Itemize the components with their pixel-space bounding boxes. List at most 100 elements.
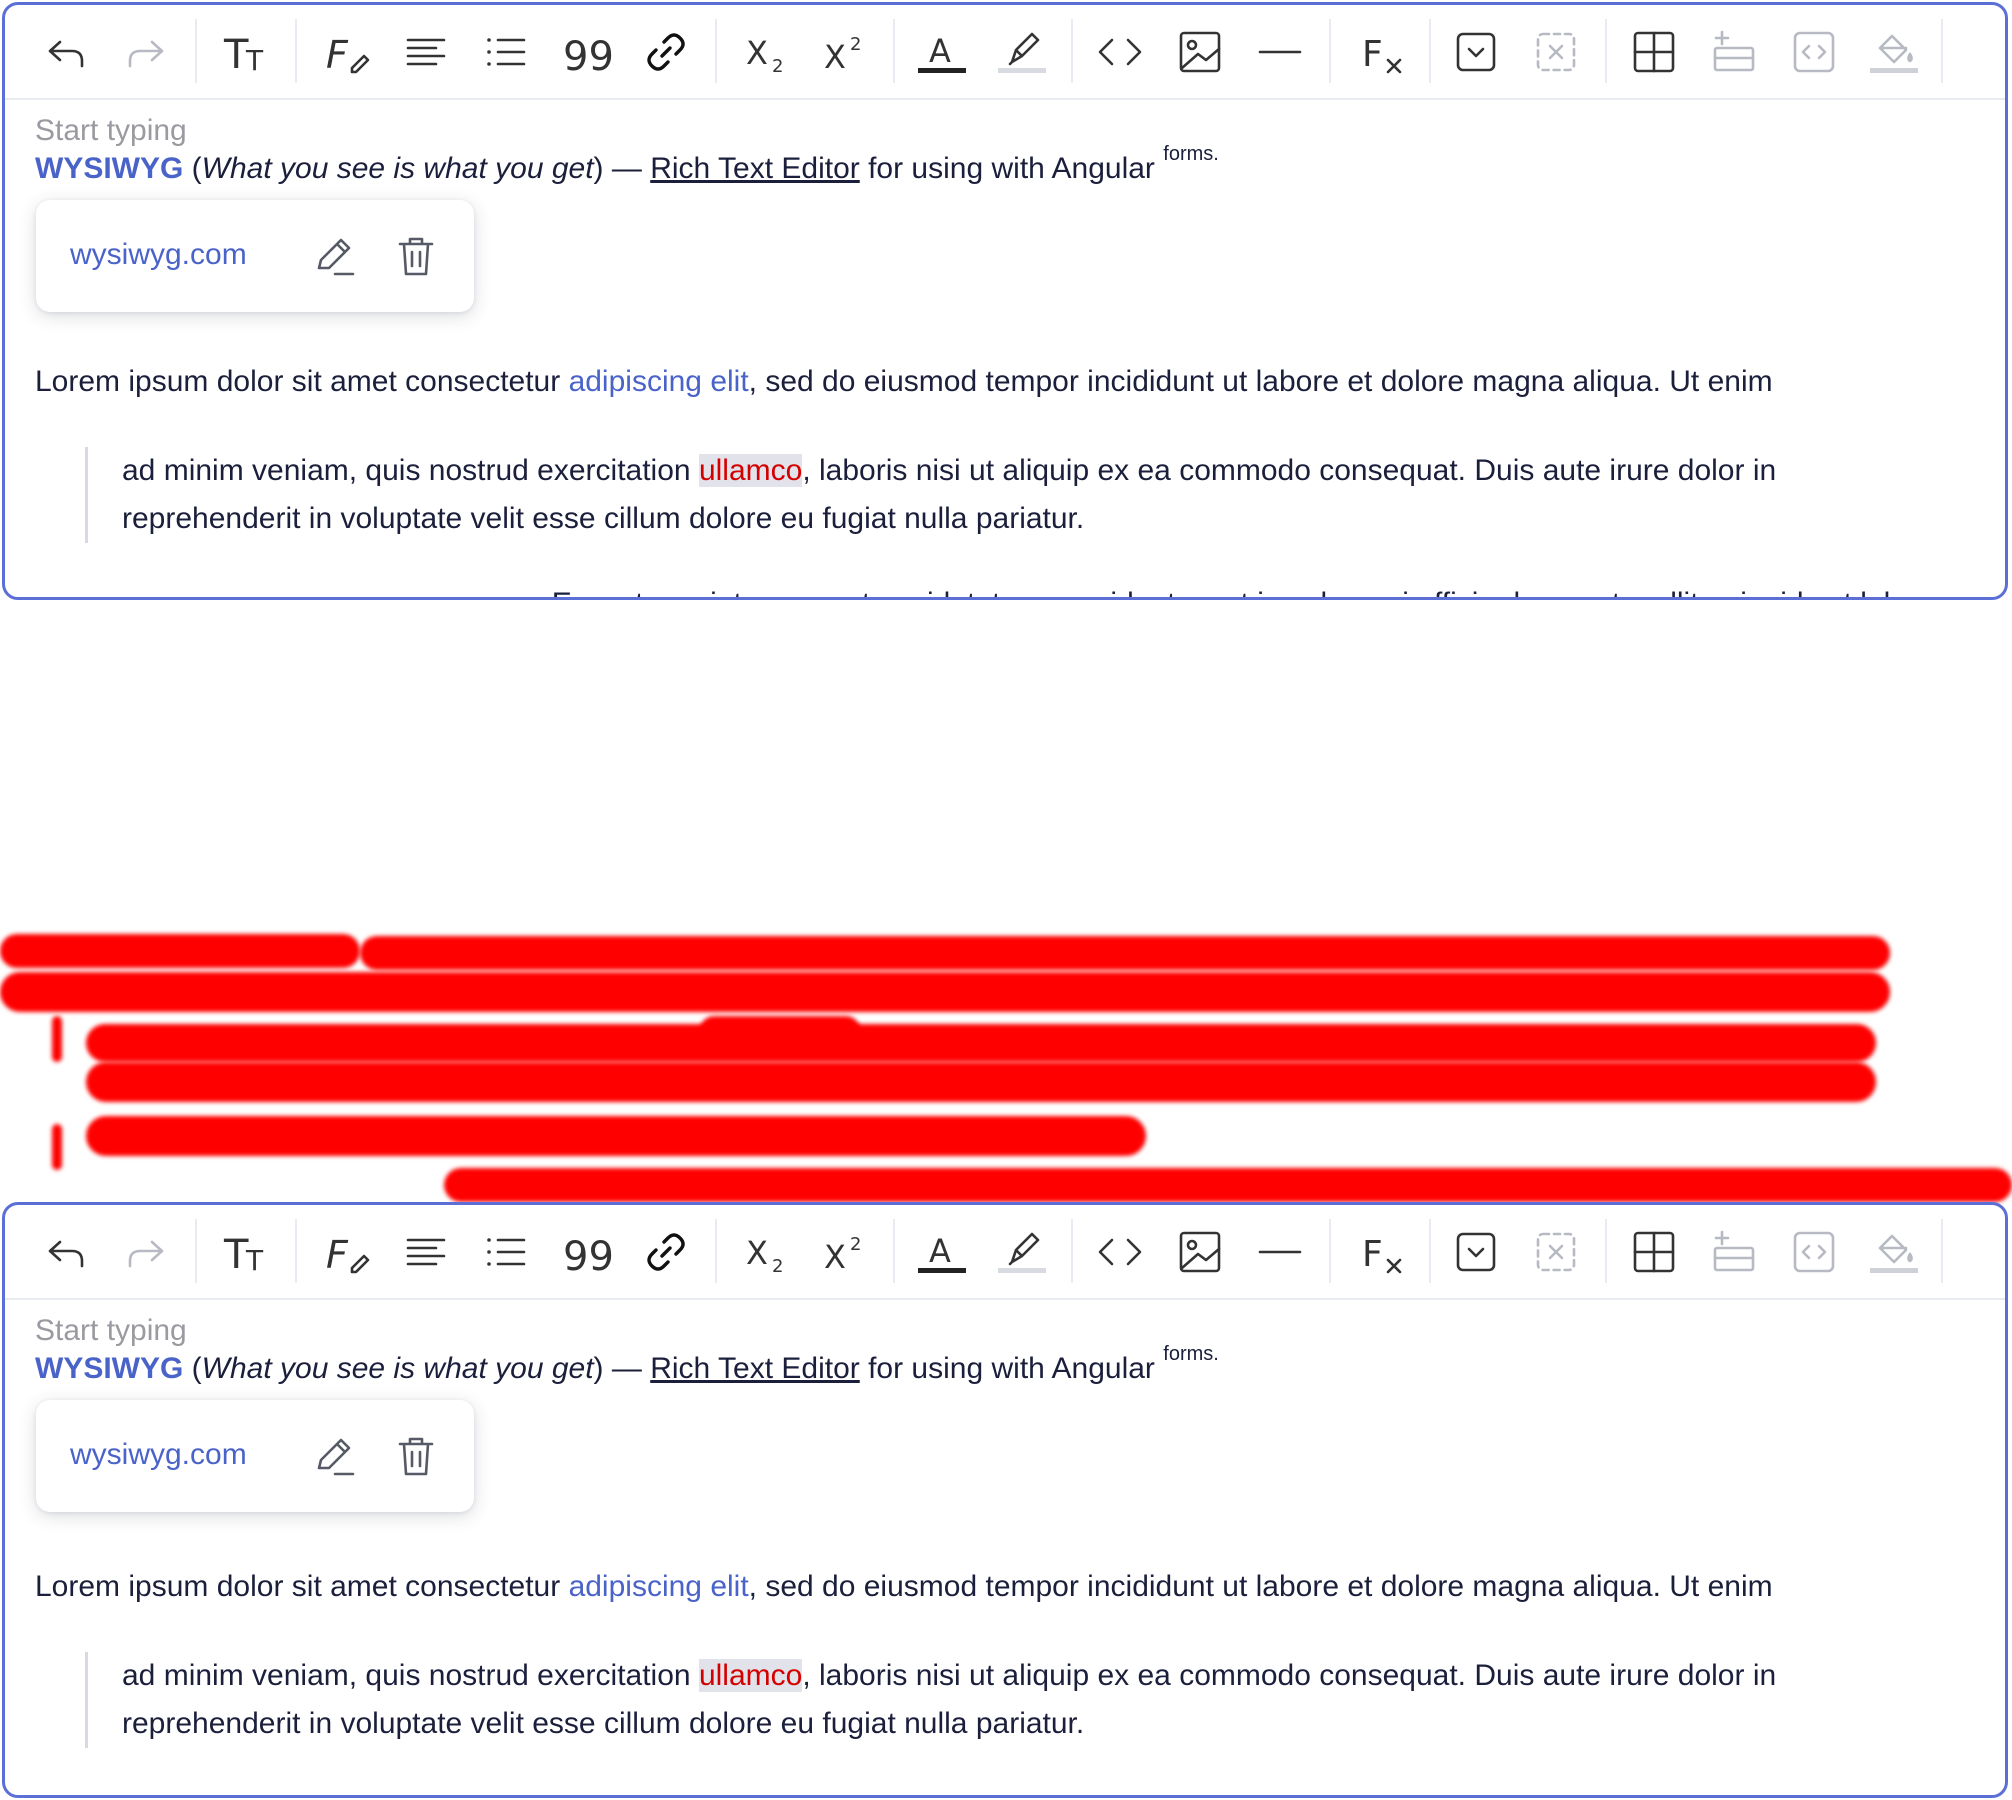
svg-text:F: F [326,33,349,77]
text-size-button[interactable]: T T [217,23,275,81]
insert-dropdown-button[interactable] [1447,1223,1505,1281]
inline-link[interactable]: adipiscing elit [569,365,749,398]
edit-link-button[interactable] [310,231,360,281]
scribble-stroke [86,1062,1876,1102]
text-color-button[interactable]: A [913,23,971,81]
list-icon [487,1238,526,1266]
marked-text: ullamco [698,454,803,487]
toolbar-separator [715,19,717,83]
paragraph-text: Lorem ipsum dolor sit amet consectetur [35,365,569,398]
toolbar-separator [1071,1219,1073,1283]
body-paragraph: Lorem ipsum dolor sit amet consectetur a… [35,1570,1773,1604]
delete-link-button[interactable] [391,231,441,281]
embed-icon [1793,31,1835,73]
link-icon [647,33,685,71]
link-button[interactable] [637,1223,695,1281]
remove-dropdown-button[interactable] [1527,23,1585,81]
text-size-button[interactable]: T T [217,1223,275,1281]
insert-dropdown-button[interactable] [1447,23,1505,81]
link-button[interactable] [637,23,695,81]
quote-button[interactable]: 99 [557,23,615,81]
superscript-icon: X 2 [824,1234,861,1276]
remove-dropdown-button[interactable] [1527,1223,1585,1281]
table-icon [1633,1231,1675,1273]
clear-format-button[interactable]: F [1353,1223,1411,1281]
code-button[interactable] [1091,23,1149,81]
link-url[interactable]: wysiwyg.com [70,1438,247,1472]
brand-text: WYSIWYG [35,152,184,185]
paren-close: ) — [593,1352,651,1385]
superscript-button[interactable]: X 2 [815,23,873,81]
horizontal-rule-button[interactable] [1251,23,1309,81]
superscript-icon: X 2 [824,34,861,76]
font-button[interactable]: F [317,23,375,81]
toolbar-separator [295,1219,297,1283]
undo-button[interactable] [37,23,95,81]
scribble-stroke [0,972,1890,1012]
subscript-button[interactable]: X 2 [737,1223,795,1281]
highlight-button[interactable] [993,23,1051,81]
embed-button[interactable] [1785,1223,1843,1281]
toolbar: T T F 99 X 2 X 2 A F [5,5,2005,100]
image-button[interactable] [1171,23,1229,81]
list-button[interactable] [477,23,535,81]
undo-button[interactable] [37,1223,95,1281]
svg-text:T: T [245,44,264,77]
delete-link-button[interactable] [391,1431,441,1481]
italic-text: What you see is what you get [201,1352,594,1385]
horizontal-rule-button[interactable] [1251,1223,1309,1281]
clear-format-button[interactable]: F [1353,23,1411,81]
fill-color-button[interactable] [1865,1223,1923,1281]
placeholder-text: Start typing [35,1314,187,1347]
scribble-stroke [444,1168,2012,1202]
link-url[interactable]: wysiwyg.com [70,238,247,272]
edit-link-button[interactable] [310,1431,360,1481]
editor-content[interactable]: Start typing WYSIWYG (What you see is wh… [5,100,2005,597]
superscript-button[interactable]: X 2 [815,1223,873,1281]
embed-button[interactable] [1785,23,1843,81]
table-button[interactable] [1625,1223,1683,1281]
redo-button[interactable] [117,23,175,81]
code-icon [1098,1238,1142,1266]
add-row-button[interactable] [1705,23,1763,81]
add-row-icon [1713,30,1755,72]
paragraph-text: , sed do eiusmod tempor incididunt ut la… [748,365,1773,398]
inline-link[interactable]: adipiscing elit [569,1570,749,1603]
text-color-button[interactable]: A [913,1223,971,1281]
blockquote-text: ad minim veniam, quis nostrud exercitati… [122,454,699,487]
toolbar-separator [1329,19,1331,83]
svg-text:X: X [746,34,768,72]
fill-color-button[interactable] [1865,23,1923,81]
table-button[interactable] [1625,23,1683,81]
code-button[interactable] [1091,1223,1149,1281]
align-button[interactable] [397,23,455,81]
code-icon [1098,38,1142,66]
link-icon [647,1233,685,1271]
fill-color-icon [1870,34,1918,73]
undo-icon [48,1240,84,1268]
blockquote: ad minim veniam, quis nostrud exercitati… [85,447,1885,543]
text-color-icon: A [918,1232,966,1273]
svg-text:2: 2 [850,34,861,55]
right-aligned-paragraph: Excepteur sint occaecat cupidatat non pr… [552,587,1977,597]
link-popup: wysiwyg.com [36,200,474,312]
editor-content[interactable]: Start typing WYSIWYG (What you see is wh… [5,1300,2005,1795]
redo-button[interactable] [117,1223,175,1281]
pencil-icon [317,1438,355,1476]
font-button[interactable]: F [317,1223,375,1281]
remove-box-icon [1536,32,1576,72]
align-icon [406,38,446,66]
blockquote-line: ad minim veniam, quis nostrud exercitati… [122,447,1885,495]
list-button[interactable] [477,1223,535,1281]
image-button[interactable] [1171,1223,1229,1281]
subscript-button[interactable]: X 2 [737,23,795,81]
superscript-text: forms. [1163,1343,1219,1365]
align-button[interactable] [397,1223,455,1281]
svg-text:99: 99 [563,34,614,80]
quote-button[interactable]: 99 [557,1223,615,1281]
add-row-button[interactable] [1705,1223,1763,1281]
toolbar-separator [1605,19,1607,83]
toolbar-separator [1429,19,1431,83]
toolbar-separator [195,19,197,83]
highlight-button[interactable] [993,1223,1051,1281]
